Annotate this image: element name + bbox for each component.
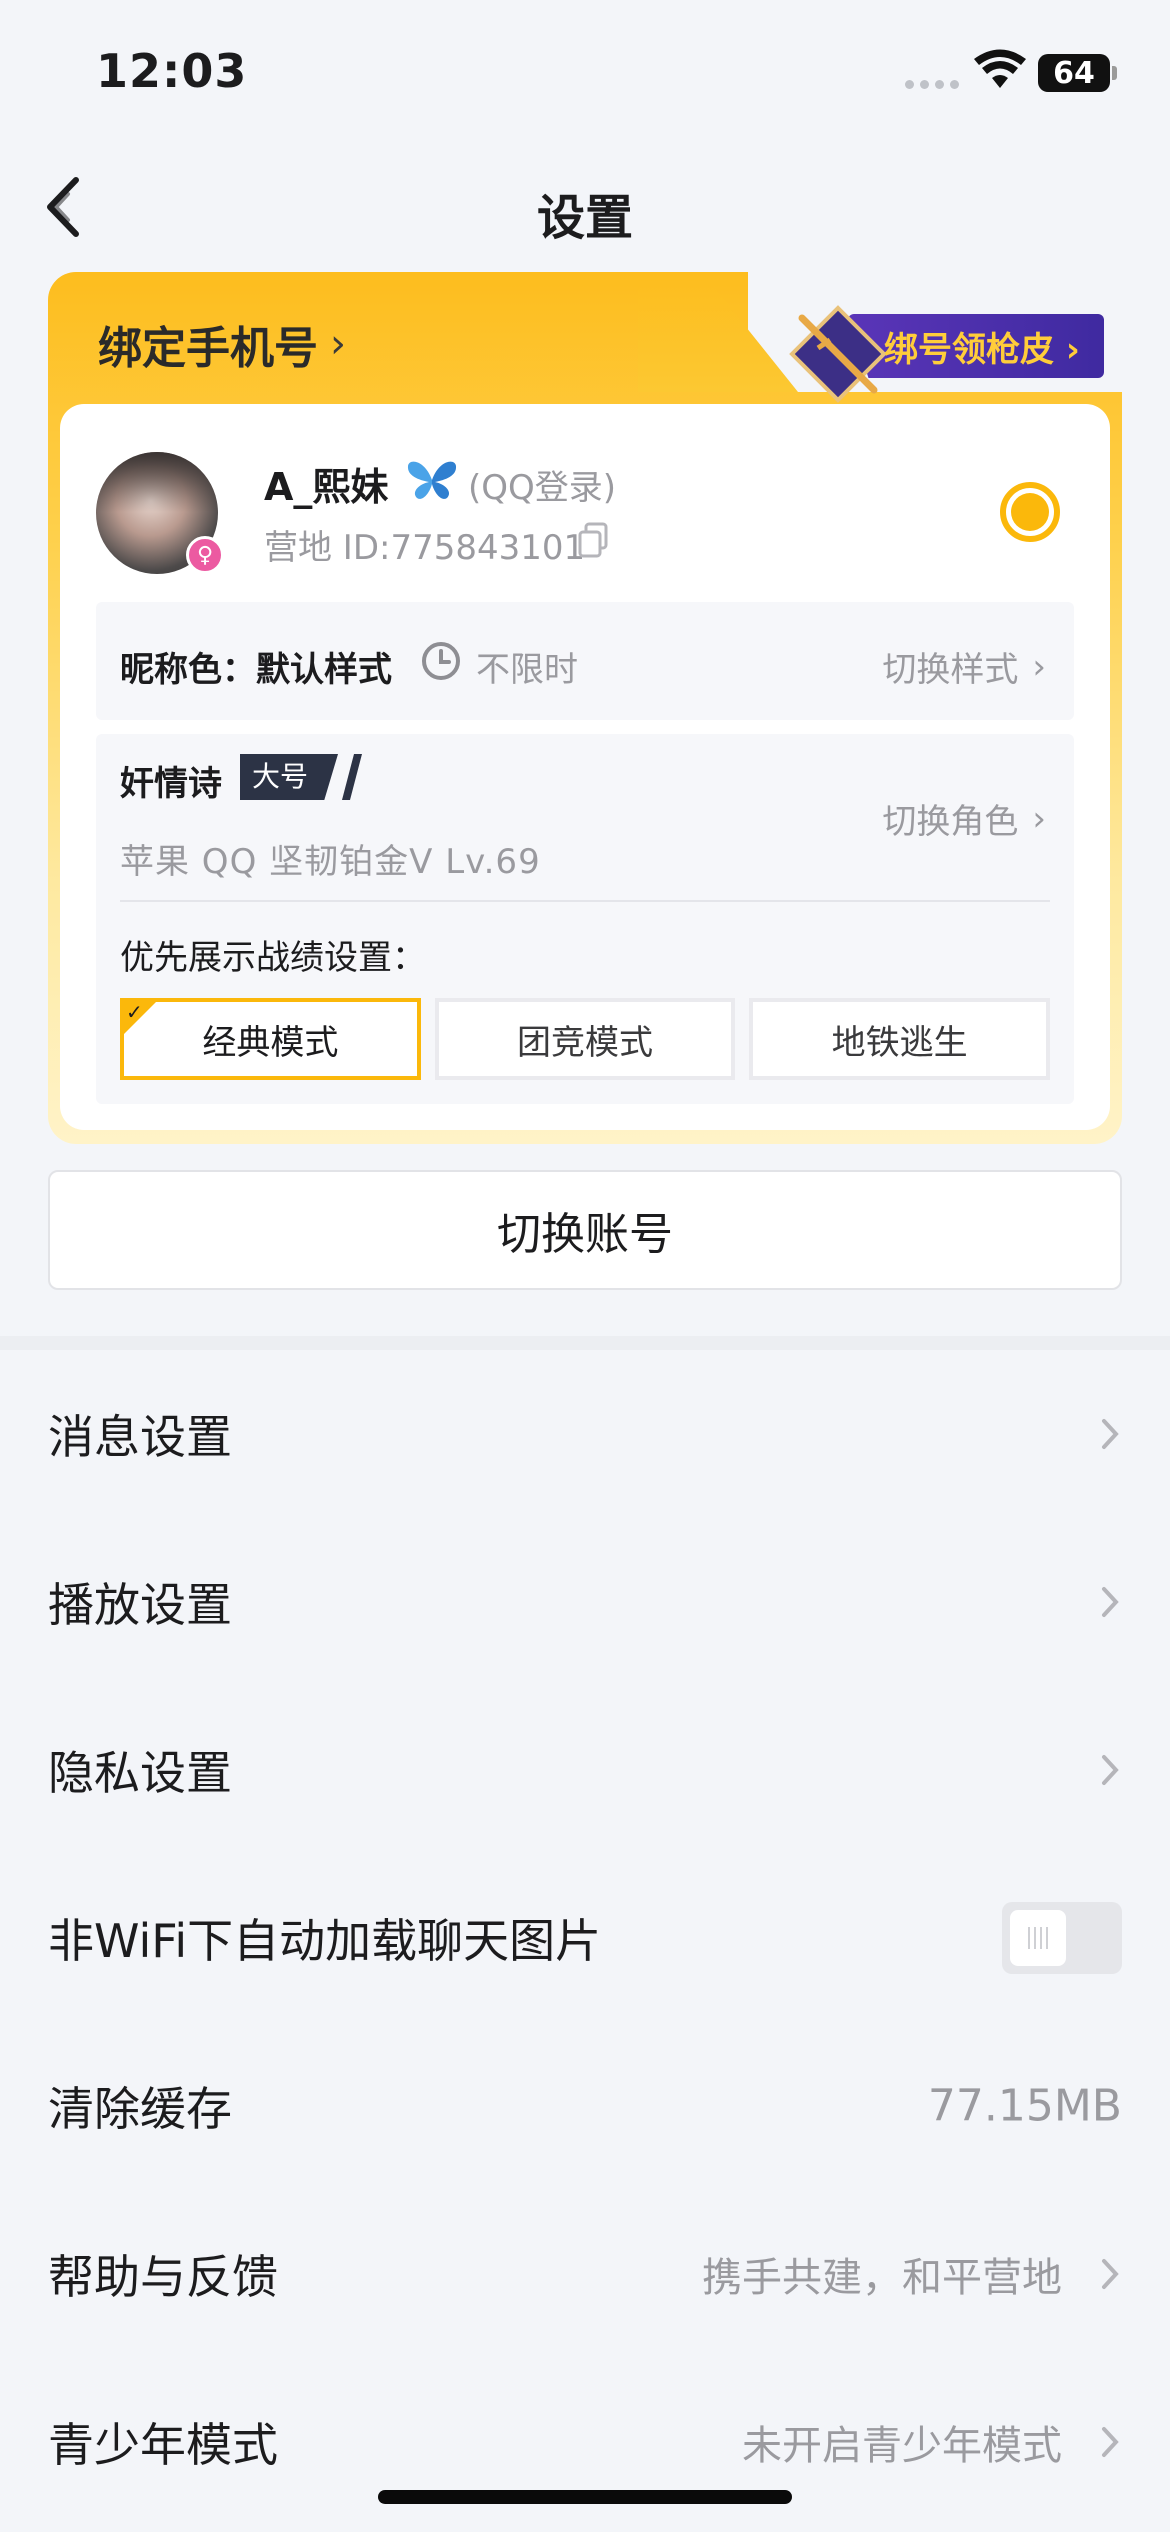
settings-row-messages[interactable]: 消息设置 — [0, 1350, 1170, 1518]
chevron-right-icon — [1102, 2259, 1119, 2289]
promo-label: 绑号领枪皮 › — [884, 330, 1080, 370]
mode-label: 团竞模式 — [517, 1022, 653, 1063]
mode-selector: ✓ 经典模式 团竞模式 地铁逃生 — [120, 998, 1051, 1080]
chevron-right-icon — [1102, 1755, 1119, 1785]
settings-value: 携手共建，和平营地 — [702, 2255, 1062, 2301]
settings-label: 青少年模式 — [48, 2418, 278, 2472]
mode-button-team[interactable]: 团竞模式 — [434, 998, 736, 1080]
switch-style-button[interactable]: 切换样式 › — [882, 642, 1046, 691]
status-time: 12:03 — [96, 44, 248, 98]
account-info-panel: ♀ A_熙妹 (QQ登录) 营地 ID:775843101 昵称色：默认样式 不… — [60, 404, 1110, 1130]
nickname-limit: 不限时 — [476, 650, 578, 690]
section-separator — [0, 1336, 1170, 1350]
avatar-shade — [96, 452, 218, 512]
butterfly-icon — [407, 461, 457, 499]
mode-label: 经典模式 — [202, 1022, 339, 1063]
switch-role-button[interactable]: 切换角色 › — [882, 794, 1046, 843]
settings-row-auto-load-images: 非WiFi下自动加载聊天图片 — [0, 1854, 1170, 2022]
account-selected-radio[interactable] — [1000, 482, 1060, 542]
role-block: 奸情诗 大号 苹果 QQ 坚韧铂金Ⅴ Lv.69 切换角色 › 优先展示战绩设置… — [96, 734, 1074, 1104]
promo-text: 绑号领枪皮 — [884, 330, 1054, 370]
nickname-color-label: 昵称色：默认样式 — [120, 650, 392, 690]
mode-label: 地铁逃生 — [831, 1022, 968, 1063]
login-type: (QQ登录) — [468, 468, 617, 508]
copy-icon[interactable] — [578, 522, 610, 558]
role-tag-slash — [342, 754, 362, 800]
rifle-skin-icon — [789, 305, 887, 403]
account-card: 绑定手机号 › 绑号领枪皮 › ♀ A_熙妹 (QQ登录) 营地 ID:7758… — [48, 272, 1122, 1144]
cache-size: 77.15MB — [927, 2080, 1122, 2132]
bind-phone-link[interactable]: 绑定手机号 › — [98, 312, 346, 376]
settings-row-help-feedback[interactable]: 帮助与反馈 携手共建，和平营地 — [0, 2190, 1170, 2358]
role-tag: 大号 — [240, 754, 339, 800]
chevron-right-icon — [1102, 2427, 1119, 2457]
nickname-color-row: 昵称色：默认样式 不限时 切换样式 › — [96, 602, 1074, 720]
mode-button-classic[interactable]: ✓ 经典模式 — [120, 998, 421, 1080]
auto-load-toggle[interactable] — [1002, 1902, 1122, 1974]
battery-level: 64 — [1053, 55, 1095, 91]
clock-icon — [422, 642, 460, 680]
settings-label: 播放设置 — [48, 1578, 232, 1632]
settings-value: 未开启青少年模式 — [742, 2423, 1062, 2469]
cellular-signal-icon — [905, 80, 959, 89]
checkmark-icon: ✓ — [126, 1000, 143, 1024]
settings-label: 非WiFi下自动加载聊天图片 — [48, 1914, 602, 1968]
status-bar: 12:03 64 — [0, 0, 1170, 150]
divider — [120, 900, 1050, 902]
role-detail: 苹果 QQ 坚韧铂金Ⅴ Lv.69 — [120, 842, 541, 882]
switch-role-label: 切换角色 — [882, 802, 1019, 842]
settings-row-privacy[interactable]: 隐私设置 — [0, 1686, 1170, 1854]
chevron-right-icon — [1102, 1587, 1119, 1617]
settings-row-playback[interactable]: 播放设置 — [0, 1518, 1170, 1686]
battery-tip — [1112, 66, 1117, 80]
mode-button-metro[interactable]: 地铁逃生 — [749, 998, 1051, 1080]
promo-badge[interactable]: 绑号领枪皮 › — [788, 304, 1108, 403]
settings-label: 隐私设置 — [48, 1746, 232, 1800]
settings-row-clear-cache[interactable]: 清除缓存 77.15MB — [0, 2022, 1170, 2190]
switch-account-button[interactable]: 切换账号 — [48, 1170, 1122, 1290]
chevron-right-icon: › — [1032, 646, 1046, 687]
switch-style-label: 切换样式 — [882, 650, 1019, 690]
home-indicator — [378, 2490, 792, 2504]
chevron-right-icon — [1102, 1419, 1119, 1449]
record-display-label: 优先展示战绩设置： — [120, 938, 426, 978]
wifi-icon — [974, 49, 1026, 88]
role-name: 奸情诗 — [120, 764, 222, 804]
camp-id: 营地 ID:775843101 — [264, 528, 586, 568]
page-title: 设置 — [536, 190, 633, 246]
chevron-right-icon: › — [330, 321, 346, 367]
toggle-knob — [1010, 1910, 1066, 1966]
female-gender-icon: ♀ — [186, 536, 224, 574]
username: A_熙妹 — [264, 465, 389, 509]
settings-label: 帮助与反馈 — [48, 2250, 278, 2304]
settings-label: 消息设置 — [48, 1410, 232, 1464]
bind-phone-label: 绑定手机号 — [98, 323, 318, 374]
chevron-right-icon: › — [1032, 798, 1046, 839]
settings-label: 清除缓存 — [48, 2082, 232, 2136]
battery-icon: 64 — [1038, 54, 1110, 92]
